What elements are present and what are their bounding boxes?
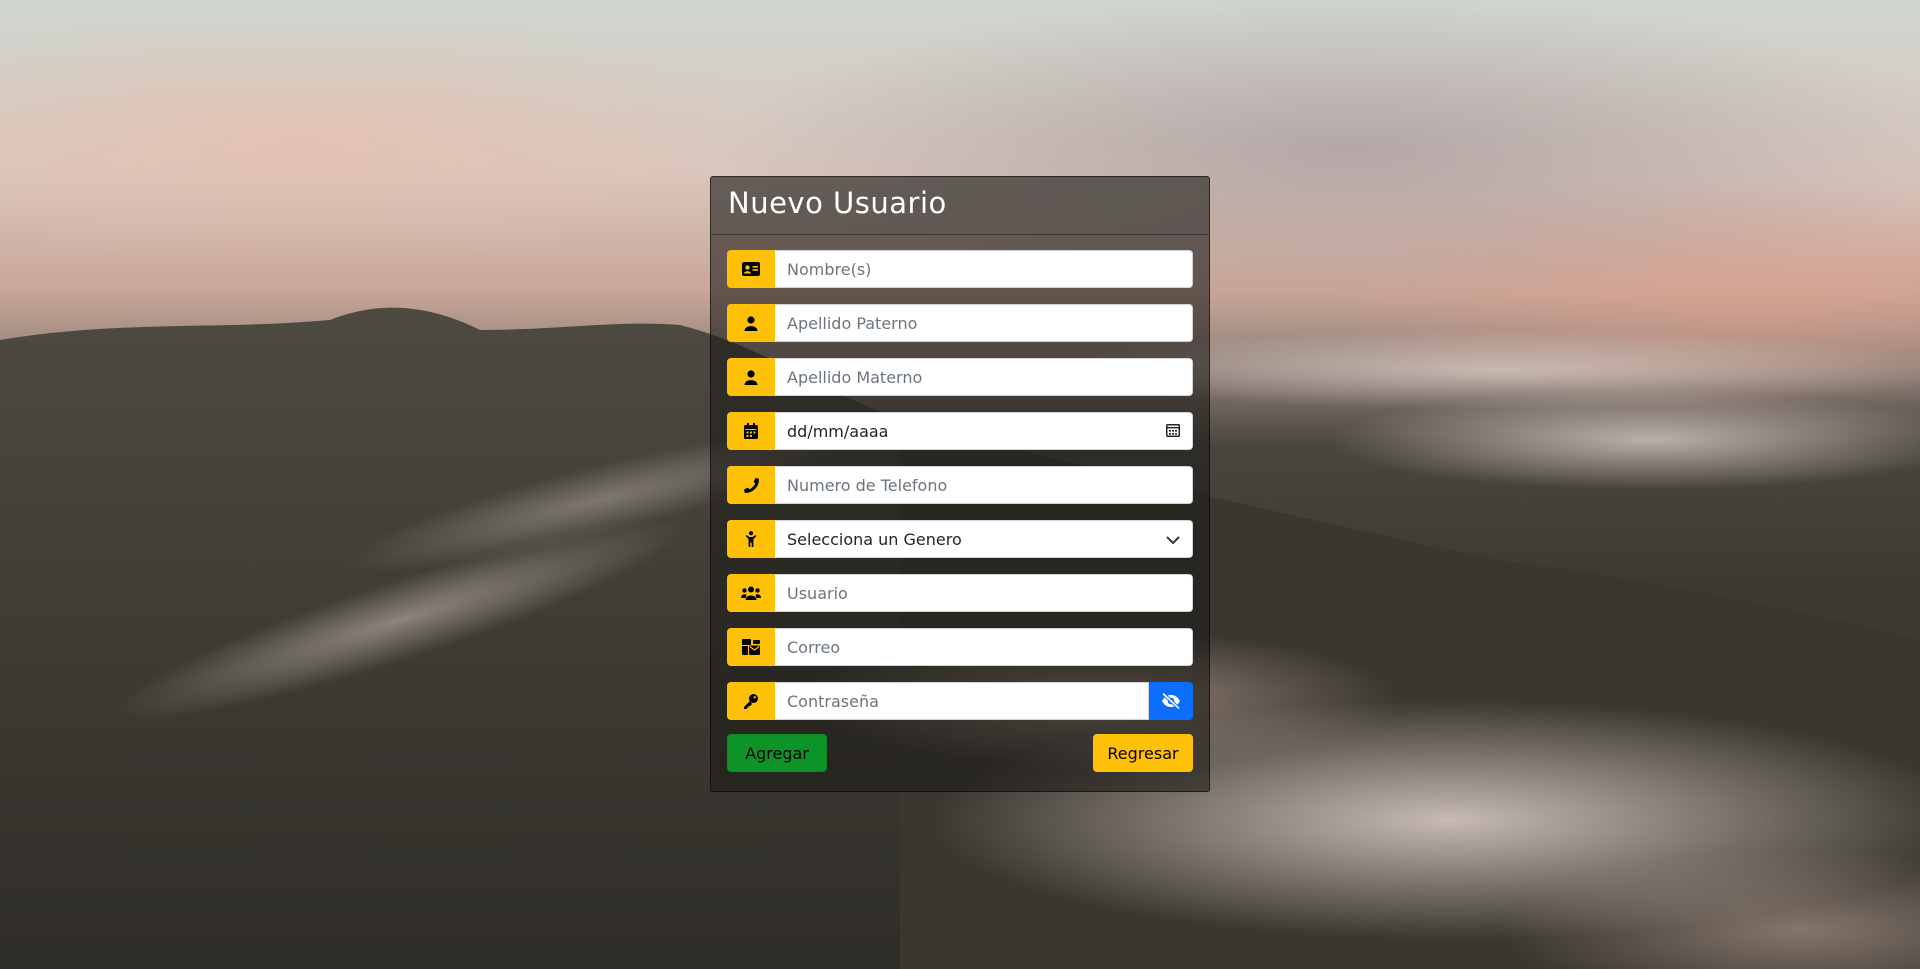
genero-row: Selecciona un Genero <box>727 520 1193 558</box>
users-icon <box>727 574 775 612</box>
card-header: Nuevo Usuario <box>711 177 1209 235</box>
birthdate-input[interactable]: dd/mm/aaaa <box>775 412 1193 450</box>
correo-input[interactable] <box>775 628 1193 666</box>
phone-icon <box>727 466 775 504</box>
back-button[interactable]: Regresar <box>1093 734 1193 772</box>
telefono-row <box>727 466 1193 504</box>
contrasena-row <box>727 682 1193 720</box>
usuario-row <box>727 574 1193 612</box>
chevron-down-icon <box>1166 530 1180 549</box>
eye-slash-icon <box>1161 693 1181 709</box>
calendar-icon <box>727 412 775 450</box>
usuario-input[interactable] <box>775 574 1193 612</box>
card-title: Nuevo Usuario <box>728 186 947 220</box>
apellido-materno-row <box>727 358 1193 396</box>
correo-row <box>727 628 1193 666</box>
person-icon <box>727 520 775 558</box>
contrasena-input[interactable] <box>775 682 1149 720</box>
apellido-paterno-input[interactable] <box>775 304 1193 342</box>
birthdate-value: dd/mm/aaaa <box>787 421 889 441</box>
telefono-input[interactable] <box>775 466 1193 504</box>
user-icon <box>727 304 775 342</box>
apellido-materno-input[interactable] <box>775 358 1193 396</box>
apellido-paterno-row <box>727 304 1193 342</box>
id-card-icon <box>727 250 775 288</box>
card-body: dd/mm/aaaa Selecciona un Genero <box>711 235 1209 772</box>
fecha-row: dd/mm/aaaa <box>727 412 1193 450</box>
toggle-password-button[interactable] <box>1149 682 1193 720</box>
nombre-row <box>727 250 1193 288</box>
key-icon <box>727 682 775 720</box>
user-icon <box>727 358 775 396</box>
genero-selected-value: Selecciona un Genero <box>787 529 962 549</box>
new-user-card: Nuevo Usuario dd/mm/aaaa <box>710 176 1210 792</box>
form-actions: Agregar Regresar <box>727 734 1193 772</box>
mail-bulk-icon <box>727 628 775 666</box>
add-button[interactable]: Agregar <box>727 734 827 772</box>
calendar-picker-icon[interactable] <box>1166 422 1180 441</box>
genero-select[interactable]: Selecciona un Genero <box>775 520 1193 558</box>
nombre-input[interactable] <box>775 250 1193 288</box>
